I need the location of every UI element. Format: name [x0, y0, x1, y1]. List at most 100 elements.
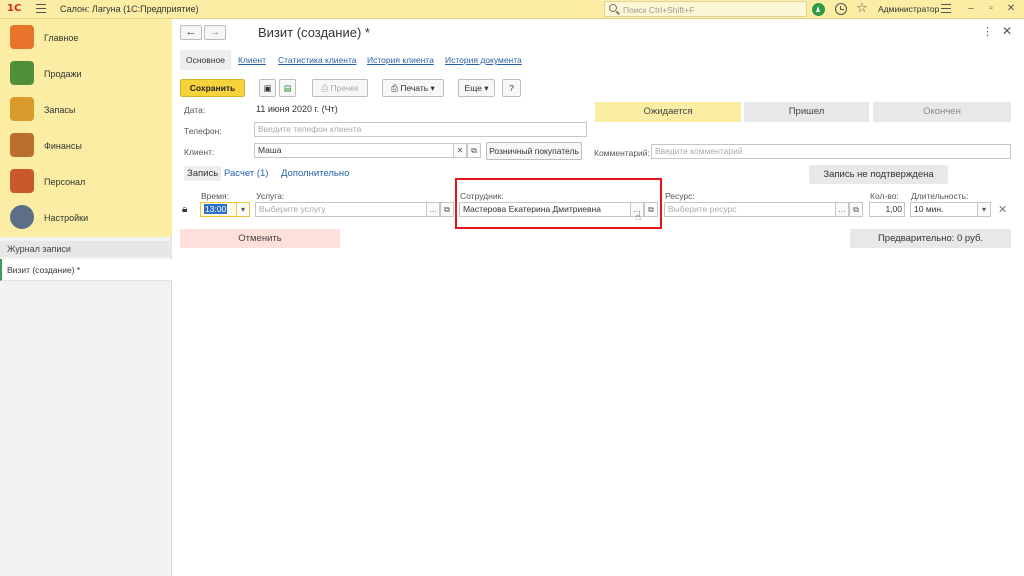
logo-1c: 1С: [7, 3, 22, 14]
close-form-icon[interactable]: ✕: [1002, 24, 1012, 38]
not-confirmed-button[interactable]: Запись не подтверждена: [809, 165, 948, 184]
time-label: Время:: [201, 191, 229, 201]
duration-dropdown-icon[interactable]: ▾: [977, 202, 991, 217]
date-label: Дата:: [184, 105, 206, 115]
maximize-icon[interactable]: ▫: [984, 2, 998, 16]
time-dropdown-icon[interactable]: ▾: [236, 202, 250, 217]
sidebar-item-finance[interactable]: Финансы: [0, 128, 172, 164]
save-disk-icon[interactable]: ▣: [259, 79, 276, 97]
app-title: Салон: Лагуна (1С:Предприятие): [60, 4, 199, 14]
global-search-input[interactable]: Поиск Ctrl+Shift+F: [604, 1, 807, 17]
people-icon: [10, 169, 34, 193]
wallet-icon: [10, 133, 34, 157]
more-label: Еще: [464, 83, 482, 93]
status-finished-button[interactable]: Окончен: [873, 102, 1011, 122]
main-menu-icon[interactable]: [36, 4, 46, 13]
client-field[interactable]: Маша: [254, 143, 454, 158]
tab-client-history[interactable]: История клиента: [361, 50, 440, 70]
gear-icon: [10, 205, 34, 229]
tab-client[interactable]: Клиент: [232, 50, 272, 70]
status-arrived-button[interactable]: Пришел: [744, 102, 869, 122]
post-and-close-icon[interactable]: ▤: [279, 79, 296, 97]
more-button[interactable]: Еще ▾: [458, 79, 495, 97]
clipboard-icon: [10, 25, 34, 49]
tab-additional[interactable]: Дополнительно: [281, 168, 349, 179]
comment-field[interactable]: Введите комментарий: [651, 144, 1011, 159]
time-field[interactable]: 13:00: [200, 202, 237, 217]
top-bar: 1С Салон: Лагуна (1С:Предприятие) Поиск …: [0, 0, 1024, 19]
sidebar-item-settings[interactable]: Настройки: [0, 200, 172, 236]
client-label: Клиент:: [184, 147, 215, 157]
open-window-visit[interactable]: Визит (создание) *: [0, 259, 172, 281]
clear-icon[interactable]: ✕: [453, 143, 467, 158]
search-icon: [609, 4, 617, 12]
chevron-down-icon: ▾: [428, 83, 435, 93]
lock-icon[interactable]: 🔒︎: [182, 204, 187, 215]
tab-document-history[interactable]: История документа: [439, 50, 528, 70]
sidebar-item-label: Персонал: [44, 177, 86, 187]
sidebar-item-label: Запасы: [44, 105, 76, 115]
document-form: ← → Визит (создание) * ⋮ ✕ Основное Клие…: [173, 19, 1024, 576]
user-name[interactable]: Администратор: [878, 4, 939, 14]
qty-field[interactable]: 1,00: [869, 202, 905, 217]
back-button[interactable]: ←: [180, 25, 202, 40]
save-button[interactable]: Сохранить: [180, 79, 245, 97]
service-open-icon[interactable]: ⧉: [440, 202, 454, 217]
tab-calculation[interactable]: Расчет (1): [224, 168, 268, 179]
delete-row-icon[interactable]: ✕: [998, 203, 1007, 216]
minimize-icon[interactable]: –: [964, 2, 978, 16]
history-icon[interactable]: [835, 3, 847, 15]
resource-field[interactable]: Выберите ресурс: [664, 202, 836, 217]
printer-icon: ⎙: [321, 83, 331, 93]
time-value: 13:00: [204, 204, 228, 214]
resource-label: Ресурс:: [665, 191, 695, 201]
retail-customer-button[interactable]: Розничный покупатель: [486, 142, 582, 160]
sidebar-item-label: Главное: [44, 33, 79, 43]
forward-button[interactable]: →: [204, 25, 226, 40]
boxes-icon: [10, 97, 34, 121]
tab-client-stats[interactable]: Статистика клиента: [272, 50, 362, 70]
sidebar-item-label: Продажи: [44, 69, 82, 79]
print-button[interactable]: ⎙ Печать ▾: [382, 79, 444, 97]
resource-select-icon[interactable]: …: [835, 202, 849, 217]
preliminary-total: Предварительно: 0 руб.: [850, 229, 1011, 248]
precheck-label: Пречек: [330, 83, 359, 93]
sidebar-item-label: Настройки: [44, 213, 89, 223]
notifications-icon[interactable]: [812, 3, 825, 16]
journal-header[interactable]: Журнал записи: [0, 241, 172, 257]
tab-main[interactable]: Основное: [180, 50, 231, 70]
duration-label: Длительность:: [911, 191, 969, 201]
service-select-icon[interactable]: …: [426, 202, 440, 217]
more-actions-icon[interactable]: ⋮: [982, 25, 993, 38]
precheck-button[interactable]: ⎙ Пречек: [312, 79, 368, 97]
close-window-icon[interactable]: ✕: [1004, 2, 1018, 16]
status-expected-button[interactable]: Ожидается: [595, 102, 741, 122]
sidebar-item-staff[interactable]: Персонал: [0, 164, 172, 200]
sidebar-item-sales[interactable]: Продажи: [0, 56, 172, 92]
chevron-down-icon: ▾: [481, 83, 489, 93]
bar-chart-icon: [10, 61, 34, 85]
open-icon[interactable]: ⧉: [467, 143, 481, 158]
date-value[interactable]: 11 июня 2020 г. (Чт): [256, 104, 338, 114]
favorites-star-icon[interactable]: ☆: [856, 0, 869, 15]
tab-record[interactable]: Запись: [184, 166, 222, 181]
sidebar-item-main[interactable]: Главное: [0, 20, 172, 56]
help-button[interactable]: ?: [502, 79, 521, 97]
printer-icon: ⎙: [391, 83, 401, 93]
sidebar: Главное Продажи Запасы Финансы Персонал …: [0, 19, 172, 576]
service-field[interactable]: Выберите услугу: [255, 202, 427, 217]
sidebar-item-stock[interactable]: Запасы: [0, 92, 172, 128]
phone-field[interactable]: Введите телефон клиента: [254, 122, 587, 137]
duration-field[interactable]: 10 мин.: [910, 202, 978, 217]
service-label: Услуга:: [256, 191, 285, 201]
print-label: Печать: [400, 83, 429, 93]
resource-open-icon[interactable]: ⧉: [849, 202, 863, 217]
employee-highlight-frame: [455, 178, 662, 229]
section-panel: Главное Продажи Запасы Финансы Персонал …: [0, 19, 172, 237]
comment-label: Комментарий:: [594, 148, 650, 158]
phone-label: Телефон:: [184, 126, 222, 136]
sidebar-item-label: Финансы: [44, 141, 82, 151]
settings-menu-icon[interactable]: [941, 4, 951, 13]
search-placeholder: Поиск Ctrl+Shift+F: [623, 5, 695, 15]
cancel-button[interactable]: Отменить: [180, 229, 340, 248]
